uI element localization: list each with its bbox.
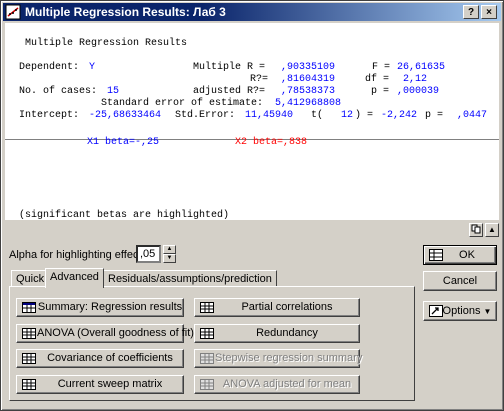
help-button[interactable]: ? (463, 5, 479, 19)
cases-value: 15 (107, 86, 120, 97)
intercept-label: Intercept: (19, 110, 80, 121)
stepwise-summary-button[interactable]: Stepwise regression summary (194, 349, 363, 368)
sweep-label: Current sweep matrix (57, 378, 163, 390)
t-label: t( (311, 110, 324, 121)
x1-beta: X1 beta=-,25 (87, 137, 160, 148)
dependent-label: Dependent: (19, 62, 80, 73)
se-label: Standard error of estimate: (101, 98, 264, 109)
t-close: ) = (355, 110, 374, 121)
footnote: (significant betas are highlighted) (19, 210, 230, 221)
alpha-input[interactable]: ,05 (136, 245, 161, 263)
report-pane-bottom: X1 beta=-,25 X2 beta=,838 (significant b… (5, 137, 499, 221)
tab-quick[interactable]: Quick (11, 270, 50, 287)
se-value: 5,412968808 (275, 98, 342, 109)
table-icon (200, 353, 214, 364)
p-value: ,000039 (397, 86, 440, 97)
anova-adjusted-label: ANOVA adjusted for mean (222, 378, 352, 390)
intercept-value: -25,68633464 (89, 110, 162, 121)
cases-label: No. of cases: (19, 86, 98, 97)
adj-r2-value: ,78538373 (281, 86, 336, 97)
table-icon (200, 302, 214, 313)
anova-label: ANOVA (Overall goodness of fit) (37, 327, 194, 339)
close-button[interactable]: × (481, 5, 497, 19)
cancel-button[interactable]: Cancel (423, 271, 497, 291)
r2-label: R?= (250, 74, 269, 85)
multiple-r-value: ,90335109 (281, 62, 336, 73)
window-title: Multiple Regression Results: Лаб 3 (25, 5, 226, 19)
t-value: -2,242 (381, 110, 418, 121)
summary-label: Summary: Regression results (37, 301, 183, 313)
p-label: p = (371, 86, 390, 97)
spin-up-icon[interactable]: ▲ (163, 245, 176, 254)
report-pane-top: Multiple Regression Results Dependent: Y… (5, 23, 499, 139)
t-df: 12 (341, 110, 354, 121)
std-error-label: Std.Error: (175, 110, 236, 121)
copy-icon[interactable] (469, 223, 483, 237)
table-icon (200, 328, 214, 339)
partial-correlations-button[interactable]: Partial correlations (194, 298, 360, 317)
table-icon (22, 302, 36, 313)
x2-beta: X2 beta=,838 (235, 137, 308, 148)
std-error-value: 11,45940 (245, 110, 294, 121)
scroll-up-icon[interactable]: ▲ (485, 223, 499, 237)
table-icon (429, 249, 443, 261)
tab-residuals[interactable]: Residuals/assumptions/prediction (103, 270, 277, 287)
alpha-label: Alpha for highlighting effects: (9, 249, 151, 261)
redundancy-label: Redundancy (256, 327, 318, 339)
summary-button[interactable]: Summary: Regression results (16, 298, 184, 317)
redundancy-button[interactable]: Redundancy (194, 324, 360, 343)
options-icon (429, 305, 443, 317)
anova-adjusted-button[interactable]: ANOVA adjusted for mean (194, 375, 360, 394)
multiple-r-label: Multiple R = (193, 62, 266, 73)
anova-button[interactable]: ANOVA (Overall goodness of fit) (16, 324, 194, 343)
app-icon (5, 4, 21, 20)
tab-advanced[interactable]: Advanced (45, 268, 104, 288)
r2-value: ,81604319 (281, 74, 336, 85)
p2-value: ,0447 (457, 110, 488, 121)
ok-button[interactable]: OK (423, 245, 497, 265)
covariance-label: Covariance of coefficients (47, 352, 173, 364)
sweep-button[interactable]: Current sweep matrix (16, 375, 184, 394)
adj-r2-label: adjusted R?= (193, 86, 266, 97)
results-window: Multiple Regression Results: Лаб 3 ? × M… (0, 0, 504, 411)
f-label: F = (372, 62, 391, 73)
ok-label: OK (459, 249, 475, 261)
dependent-value: Y (89, 62, 96, 73)
report-header: Multiple Regression Results (25, 38, 188, 49)
partial-correlations-label: Partial correlations (241, 301, 333, 313)
spin-down-icon[interactable]: ▼ (163, 254, 176, 263)
table-icon (22, 328, 36, 339)
table-icon (200, 379, 214, 390)
alpha-spinner[interactable]: ▲ ▼ (163, 245, 176, 263)
dropdown-arrow-icon: ▼ (483, 307, 492, 316)
p2-label: p = (425, 110, 444, 121)
stepwise-summary-label: Stepwise regression summary (215, 352, 363, 364)
title-bar[interactable]: Multiple Regression Results: Лаб 3 ? × (3, 3, 501, 21)
options-button[interactable]: Options ▼ (423, 301, 497, 321)
table-icon (22, 379, 36, 390)
table-icon (22, 353, 36, 364)
df-value: 2,12 (403, 74, 428, 85)
df-label: df = (365, 74, 390, 85)
f-value: 26,61635 (397, 62, 446, 73)
covariance-button[interactable]: Covariance of coefficients (16, 349, 184, 368)
